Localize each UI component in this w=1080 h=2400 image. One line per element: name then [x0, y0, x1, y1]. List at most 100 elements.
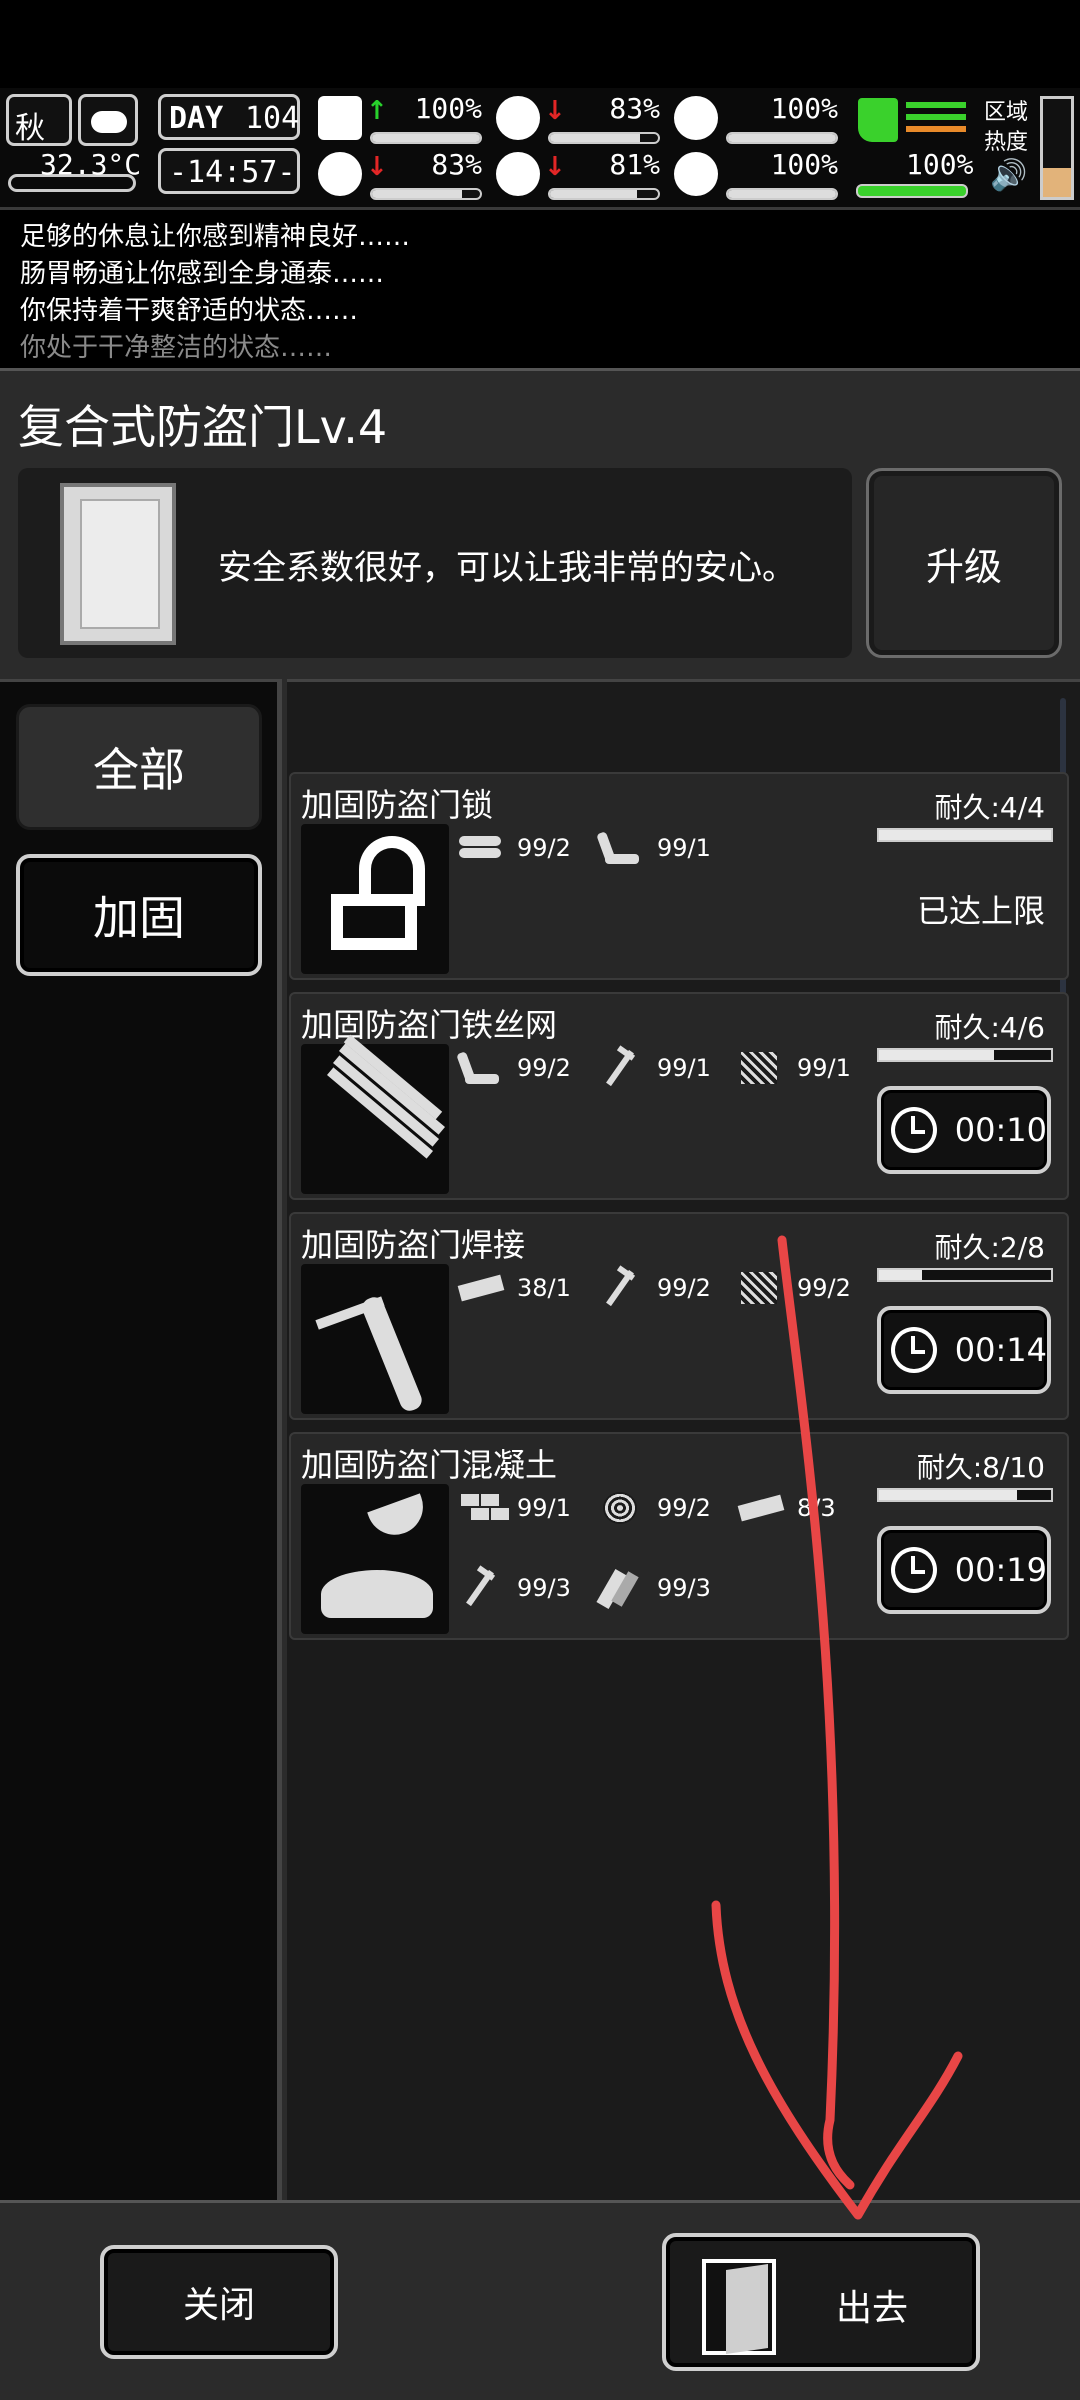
water-drop-icon	[496, 152, 540, 196]
mesh-icon	[735, 1268, 787, 1308]
door-panel: 复合式防盗门Lv.4 安全系数很好，可以让我非常的安心。 升级 全部 加固 加固…	[0, 368, 1080, 2400]
material-count: 99/3	[657, 1574, 711, 1602]
heart-pct: 100%	[770, 148, 838, 181]
material-count: 38/1	[517, 1274, 571, 1302]
trend-down-icon: ↓	[544, 96, 566, 126]
list-item[interactable]: 加固防盗门铁丝网 99/2 99/1 99/1 耐久:4/6 00:10	[289, 992, 1069, 1200]
timer-value: 00:19	[954, 1551, 1047, 1589]
material-count: 99/1	[657, 834, 711, 862]
unlocked-padlock-icon	[301, 824, 449, 974]
metal-board-icon	[735, 1488, 787, 1528]
durability-bar	[877, 828, 1053, 842]
durability-bar	[877, 1268, 1053, 1282]
trend-down-icon: ↓	[544, 152, 566, 182]
durability-label: 耐久:2/8	[934, 1231, 1046, 1264]
material-count: 99/1	[517, 1494, 571, 1522]
material-count: 99/3	[517, 1574, 571, 1602]
message-log: 足够的休息让你感到精神良好…… 肠胃畅通让你感到全身通泰…… 你保持着干爽舒适的…	[0, 213, 1080, 363]
build-timer-button[interactable]: 00:14	[877, 1306, 1051, 1394]
hunger-pct: 83%	[609, 92, 660, 125]
item-name: 加固防盗门焊接	[301, 1226, 526, 1264]
log-line: 足够的休息让你感到精神良好……	[20, 222, 411, 252]
max-level-status: 已达上限	[916, 892, 1045, 930]
material-count: 99/2	[657, 1494, 711, 1522]
category-tabs: 全部 加固	[0, 679, 282, 2201]
item-name: 加固防盗门锁	[301, 786, 494, 824]
build-timer-button[interactable]: 00:19	[877, 1526, 1051, 1614]
timer-value: 00:14	[954, 1331, 1047, 1369]
trowel-cement-icon	[301, 1484, 449, 1634]
timer-value: 00:10	[954, 1111, 1047, 1149]
day-label: DAY	[169, 101, 224, 136]
speaker-icon[interactable]: 🔊	[990, 158, 1027, 193]
durability-label: 耐久:4/4	[934, 791, 1046, 824]
clock-icon	[891, 1327, 937, 1373]
material-count: 99/1	[657, 1054, 711, 1082]
wood-logs-icon	[455, 828, 507, 868]
hunger-stat: ↓ 83%	[496, 92, 666, 146]
pipe-icon	[595, 828, 647, 868]
material-nail: 99/3	[455, 1564, 571, 1612]
mesh-icon	[735, 1048, 787, 1088]
tab-all[interactable]: 全部	[16, 704, 262, 830]
exit-label: 出去	[836, 2288, 909, 2329]
durability-bar	[877, 1048, 1053, 1062]
pill-pct: 100%	[770, 92, 838, 125]
clock-icon	[891, 1107, 937, 1153]
season-label: 秋	[15, 111, 45, 146]
welding-torch-icon	[301, 1264, 449, 1414]
trend-up-icon: ↑	[366, 96, 388, 126]
zone-heat-meter	[1040, 96, 1074, 200]
item-name: 加固防盗门混凝土	[301, 1446, 558, 1484]
material-count: 99/2	[517, 1054, 571, 1082]
build-timer-button[interactable]: 00:10	[877, 1086, 1051, 1174]
open-door-icon	[702, 2259, 776, 2355]
status-bar: 秋 32.3°C DAY 104 -14:57- ↑ 100% ↓ 83% 10…	[0, 88, 1080, 210]
trend-down-icon: ↓	[366, 152, 388, 182]
metal-board-icon	[455, 1268, 507, 1308]
straw-icon	[595, 1488, 647, 1528]
durability-label: 耐久:4/6	[934, 1011, 1046, 1044]
upgrade-button[interactable]: 升级	[866, 468, 1062, 658]
material-wood: 99/2	[455, 824, 571, 872]
pill-stat: 100%	[674, 92, 844, 146]
medkit-icon	[318, 96, 362, 140]
item-name: 加固防盗门铁丝网	[301, 1006, 558, 1044]
nail-icon	[455, 1568, 507, 1608]
stamina-pct: 100%	[906, 148, 974, 181]
material-pipe: 99/2	[455, 1044, 571, 1092]
clock-icon	[891, 1547, 937, 1593]
exit-button[interactable]: 出去	[662, 2233, 980, 2371]
log-line: 你保持着干爽舒适的状态……	[20, 296, 359, 326]
panel-title: 复合式防盗门Lv.4	[18, 400, 388, 454]
thirst-pct: 81%	[609, 148, 660, 181]
door-info-box: 安全系数很好，可以让我非常的安心。	[18, 468, 852, 658]
material-straw: 99/2	[595, 1484, 711, 1532]
material-count: 99/2	[657, 1274, 711, 1302]
material-board: 38/1	[455, 1264, 571, 1312]
pill-icon	[674, 96, 718, 140]
close-button[interactable]: 关闭	[100, 2245, 338, 2359]
list-item[interactable]: 加固防盗门焊接 38/1 99/2 99/2 耐久:2/8 00:14	[289, 1212, 1069, 1420]
security-door-icon	[60, 483, 176, 645]
material-nail: 99/2	[595, 1264, 711, 1312]
mental-stat: ↓ 83%	[318, 148, 488, 202]
door-description: 安全系数很好，可以让我非常的安心。	[218, 548, 796, 588]
clock-box: -14:57-	[158, 148, 300, 194]
pipe-icon	[455, 1048, 507, 1088]
day-number: 104	[245, 101, 300, 136]
material-count: 99/1	[797, 1054, 851, 1082]
nail-icon	[595, 1048, 647, 1088]
reinforce-list[interactable]: 加固防盗门锁 99/2 99/1 耐久:4/4 已达上限 加固防盗门铁丝网 99…	[287, 679, 1080, 2201]
bottom-bar: 关闭 出去	[0, 2200, 1080, 2400]
log-line: 肠胃畅通让你感到全身通泰……	[20, 259, 385, 289]
material-count: 99/2	[797, 1274, 851, 1302]
durability-label: 耐久:8/10	[916, 1451, 1045, 1484]
day-box: DAY 104	[158, 94, 300, 140]
list-item[interactable]: 加固防盗门锁 99/2 99/1 耐久:4/4 已达上限	[289, 772, 1069, 980]
tab-reinforce[interactable]: 加固	[16, 854, 262, 976]
list-item[interactable]: 加固防盗门混凝土 99/1 99/2 8/3 99/3 99/3 耐久:8/10…	[289, 1432, 1069, 1640]
material-bricks: 99/1	[455, 1484, 571, 1532]
material-count: 99/2	[517, 834, 571, 862]
health-pct: 100%	[414, 92, 482, 125]
